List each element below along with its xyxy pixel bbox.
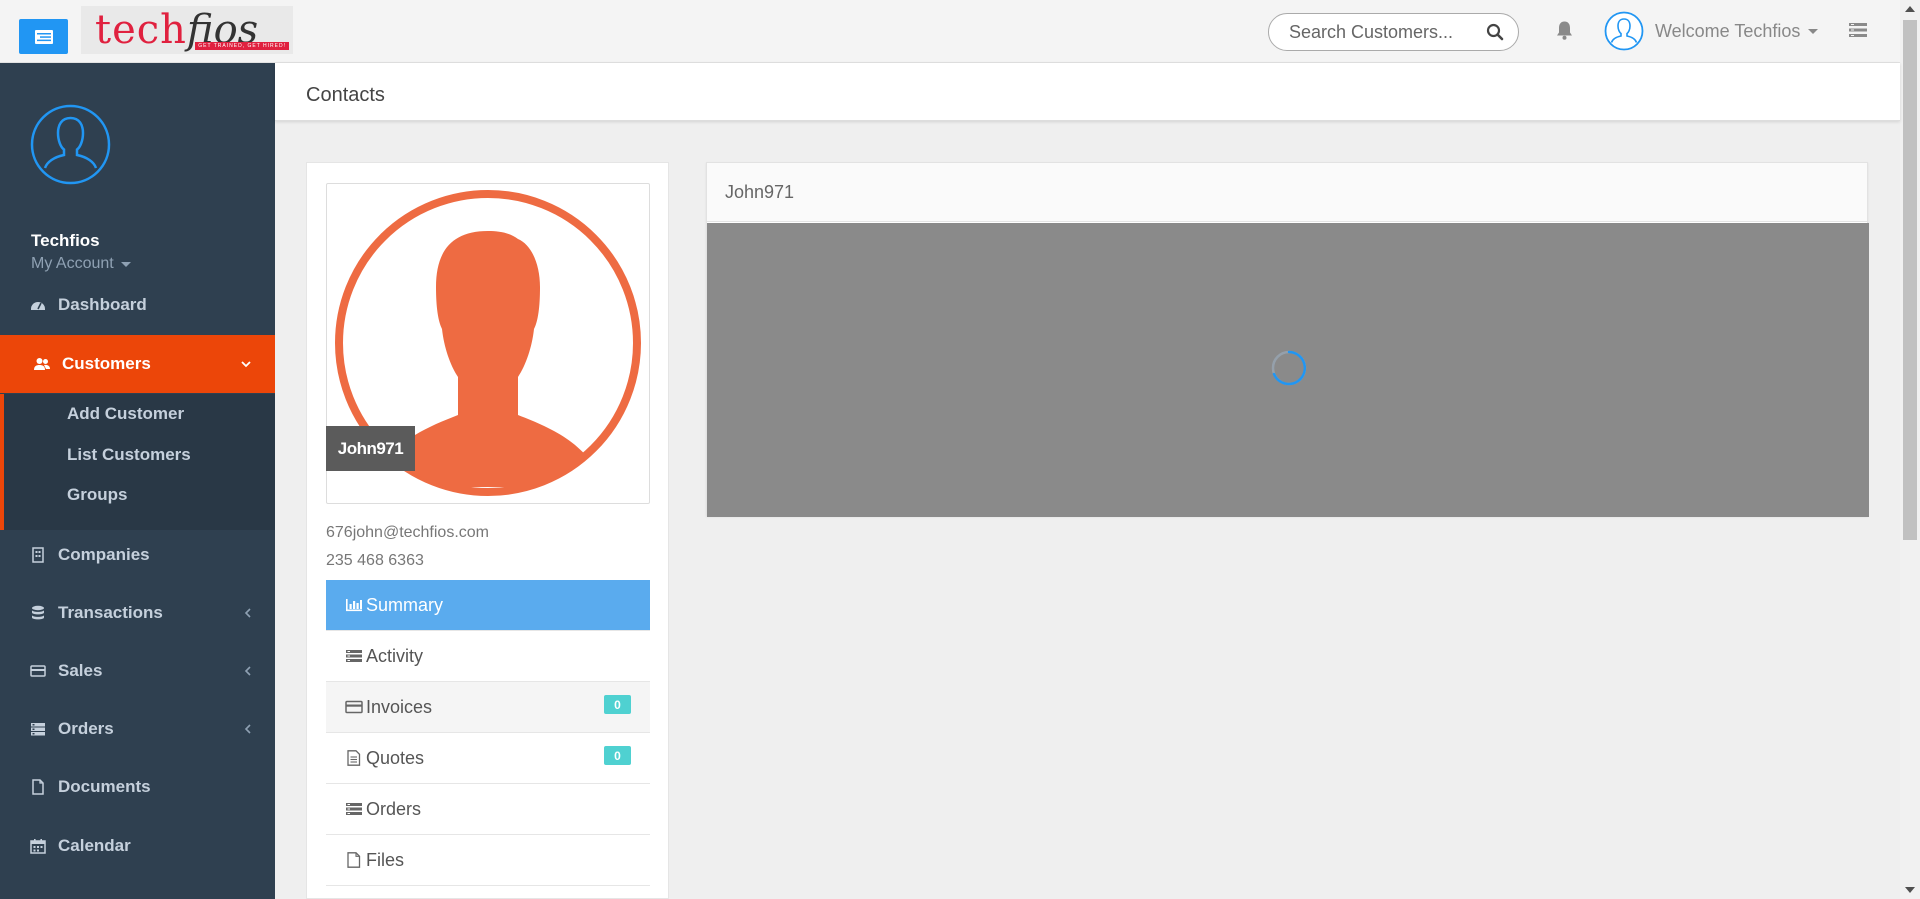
chevron-down-icon	[241, 360, 251, 367]
welcome-text: Welcome Techfios	[1655, 20, 1801, 41]
contact-name-tag: John971	[326, 426, 415, 471]
file-icon	[32, 779, 44, 795]
users-icon	[34, 358, 50, 370]
dashboard-icon	[31, 302, 45, 310]
customers-submenu: Add Customer List Customers Groups	[0, 394, 275, 530]
credit-card-icon	[30, 665, 46, 677]
search-icon[interactable]	[1486, 23, 1504, 41]
user-menu[interactable]: Welcome Techfios	[1604, 10, 1819, 52]
list-icon	[346, 650, 362, 662]
quotes-count-badge: 0	[604, 746, 631, 765]
search-input[interactable]	[1289, 21, 1479, 43]
submenu-add-customer[interactable]: Add Customer	[67, 404, 184, 424]
tab-quotes[interactable]: Quotes 0	[326, 733, 650, 784]
summary-panel: John971	[706, 162, 1869, 517]
customer-search-box	[1268, 13, 1519, 51]
notification-bell-icon[interactable]	[1555, 20, 1574, 41]
top-navbar: techfios GET TRAINED, GET HIRED! Welcome…	[0, 0, 1900, 63]
invoices-count-badge: 0	[604, 695, 631, 714]
sidebar-item-calendar[interactable]: Calendar	[0, 817, 275, 875]
sidebar: Techfios My Account Dashboard Customers …	[0, 63, 275, 899]
chevron-down-icon	[120, 261, 131, 267]
contact-menu: Summary Activity Invoices 0 Quotes 0 Ord…	[326, 580, 650, 886]
loading-spinner-icon	[1271, 350, 1307, 386]
scroll-up-arrow[interactable]	[1905, 6, 1915, 12]
sidebar-item-dashboard[interactable]: Dashboard	[0, 276, 275, 334]
sidebar-item-sales[interactable]: Sales	[0, 642, 275, 700]
tab-invoices[interactable]: Invoices 0	[326, 682, 650, 733]
credit-card-icon	[345, 700, 363, 714]
file-icon	[347, 852, 361, 868]
sidebar-item-transactions[interactable]: Transactions	[0, 584, 275, 642]
database-icon	[32, 605, 44, 620]
contact-profile-card: John971 676john@techfios.com 235 468 636…	[306, 162, 669, 899]
page-title: Contacts	[306, 84, 385, 106]
chevron-left-icon	[244, 724, 251, 734]
tab-orders[interactable]: Orders	[326, 784, 650, 835]
page-header: Contacts	[275, 63, 1900, 121]
user-avatar-icon	[1604, 11, 1644, 51]
contact-email: 676john@techfios.com	[326, 524, 489, 541]
chevron-left-icon	[244, 608, 251, 618]
scrollbar-thumb[interactable]	[1903, 20, 1917, 540]
panel-title: John971	[707, 163, 1867, 222]
tab-files[interactable]: Files	[326, 835, 650, 886]
sidebar-user-name: Techfios	[31, 231, 100, 250]
right-panel-toggle-icon[interactable]	[1849, 23, 1867, 37]
server-icon	[346, 803, 362, 815]
my-account-dropdown[interactable]: My Account	[31, 255, 131, 273]
calendar-icon	[30, 839, 46, 854]
sidebar-toggle-button[interactable]	[19, 19, 68, 54]
sidebar-item-companies[interactable]: Companies	[0, 526, 275, 584]
profile-avatar-icon[interactable]	[30, 104, 111, 185]
submenu-groups[interactable]: Groups	[67, 485, 127, 505]
app-logo[interactable]: tech fios GET TRAINED, GET HIRED!	[81, 6, 293, 54]
chevron-down-icon	[1808, 28, 1819, 34]
sidebar-profile: Techfios My Account	[30, 104, 131, 272]
loading-overlay	[707, 223, 1869, 517]
building-icon	[32, 547, 44, 563]
page-scrollbar[interactable]	[1900, 0, 1920, 899]
scroll-down-arrow[interactable]	[1905, 887, 1915, 893]
menu-icon	[34, 29, 53, 44]
sidebar-item-documents[interactable]: Documents	[0, 758, 275, 816]
logo-tagline: GET TRAINED, GET HIRED!	[195, 42, 289, 50]
contact-phone: 235 468 6363	[326, 552, 424, 569]
tab-summary[interactable]: Summary	[326, 580, 650, 631]
bar-chart-icon	[346, 599, 362, 612]
tab-activity[interactable]: Activity	[326, 631, 650, 682]
file-text-icon	[347, 750, 361, 766]
submenu-list-customers[interactable]: List Customers	[67, 445, 191, 465]
server-icon	[31, 723, 45, 736]
chevron-left-icon	[244, 666, 251, 676]
sidebar-item-orders[interactable]: Orders	[0, 700, 275, 758]
sidebar-item-customers[interactable]: Customers	[0, 335, 275, 393]
